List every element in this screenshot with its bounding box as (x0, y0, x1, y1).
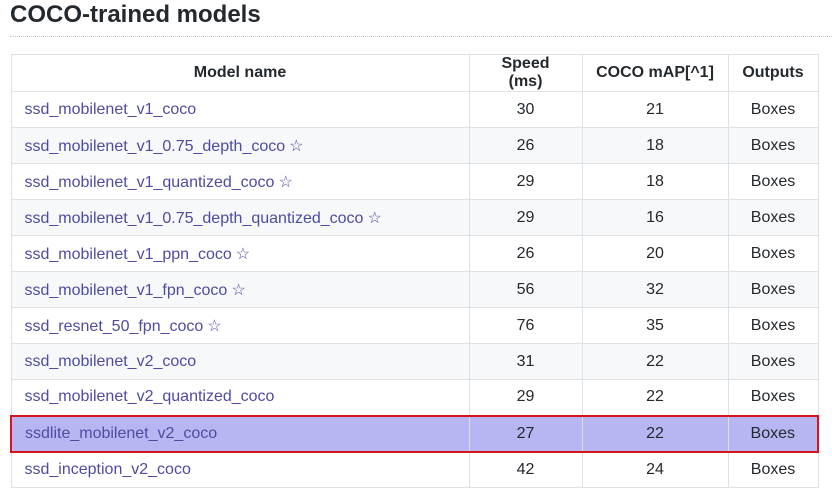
model-link[interactable]: ssd_mobilenet_v1_quantized_coco (25, 174, 275, 191)
table-row: ssd_mobilenet_v1_coco 30 21 Boxes (10, 91, 819, 128)
coco-map-cell: 22 (581, 379, 729, 416)
star-icon: ☆ (235, 245, 251, 263)
table-row: ssd_mobilenet_v2_quantized_coco 29 22 Boxes (10, 379, 819, 416)
outputs-cell: Boxes (727, 199, 819, 236)
model-link[interactable]: ssd_mobilenet_v1_ppn_coco (25, 246, 232, 263)
outputs-cell: Boxes (727, 163, 819, 200)
model-link[interactable]: ssd_mobilenet_v2_quantized_coco (25, 388, 275, 405)
speed-cell: 29 (468, 199, 583, 236)
model-link[interactable]: ssd_mobilenet_v1_coco (25, 101, 197, 118)
table-row: ssd_inception_v2_coco 42 24 Boxes (10, 451, 819, 488)
outputs-cell: Boxes (727, 343, 819, 380)
coco-map-cell: 21 (581, 91, 729, 128)
speed-cell: 31 (468, 343, 583, 380)
model-link[interactable]: ssd_mobilenet_v2_coco (25, 353, 197, 370)
model-name-cell: ssd_mobilenet_v1_0.75_depth_quantized_co… (10, 199, 470, 236)
star-icon: ☆ (231, 281, 246, 299)
model-name-cell: ssd_mobilenet_v1_ppn_coco ☆ (10, 235, 470, 272)
table-header-row: Model name Speed (ms) COCO mAP[^1] Outpu… (10, 54, 819, 92)
model-name-cell: ssdlite_mobilenet_v2_coco (10, 414, 470, 453)
model-name-cell: ssd_mobilenet_v1_coco (10, 91, 470, 128)
model-name-cell: ssd_mobilenet_v1_fpn_coco ☆ (10, 271, 470, 308)
star-icon: ☆ (278, 173, 293, 191)
star-icon: ☆ (289, 137, 304, 155)
outputs-cell: Boxes (727, 91, 819, 128)
coco-map-cell: 18 (581, 163, 729, 200)
coco-map-cell: 22 (581, 343, 729, 380)
model-link[interactable]: ssd_mobilenet_v1_fpn_coco (25, 282, 228, 299)
outputs-cell: Boxes (727, 271, 819, 308)
outputs-cell: Boxes (727, 235, 819, 272)
star-icon: ☆ (367, 209, 382, 227)
coco-map-cell: 35 (581, 307, 729, 344)
model-link[interactable]: ssdlite_mobilenet_v2_coco (25, 425, 217, 442)
model-name-cell: ssd_resnet_50_fpn_coco ☆ (10, 307, 470, 344)
table-row: ssd_mobilenet_v2_coco 31 22 Boxes (10, 343, 819, 380)
star-icon: ☆ (207, 317, 222, 335)
speed-cell: 26 (468, 127, 583, 164)
model-name-cell: ssd_mobilenet_v1_0.75_depth_coco ☆ (10, 127, 470, 164)
model-link[interactable]: ssd_resnet_50_fpn_coco (25, 318, 204, 335)
model-link[interactable]: ssd_mobilenet_v1_0.75_depth_coco (25, 138, 286, 155)
column-header-speed: Speed (ms) (468, 54, 583, 92)
coco-map-cell: 20 (581, 235, 729, 272)
outputs-cell: Boxes (727, 451, 819, 488)
speed-cell: 26 (468, 235, 583, 272)
column-header-coco-map: COCO mAP[^1] (581, 54, 729, 92)
column-header-outputs: Outputs (727, 54, 819, 92)
model-name-cell: ssd_mobilenet_v1_quantized_coco ☆ (10, 163, 470, 200)
table-row: ssd_mobilenet_v1_quantized_coco ☆ 29 18 Boxe… (10, 163, 819, 200)
speed-cell: 30 (468, 91, 583, 128)
table-row: ssd_resnet_50_fpn_coco ☆ 76 35 Boxes (10, 307, 819, 344)
speed-cell: 29 (468, 379, 583, 416)
outputs-cell: Boxes (727, 307, 819, 344)
coco-map-cell: 24 (581, 451, 729, 488)
outputs-cell: Boxes (727, 414, 819, 453)
table-row: ssdlite_mobilenet_v2_coco 27 22 Boxes (10, 414, 819, 453)
coco-map-cell: 22 (581, 414, 729, 453)
speed-cell: 56 (468, 271, 583, 308)
models-table: Model name Speed (ms) COCO mAP[^1] Outpu… (10, 54, 819, 488)
speed-cell: 27 (468, 414, 583, 453)
model-name-cell: ssd_inception_v2_coco (10, 451, 470, 488)
model-link[interactable]: ssd_inception_v2_coco (25, 461, 191, 478)
speed-cell: 29 (468, 163, 583, 200)
model-link[interactable]: ssd_mobilenet_v1_0.75_depth_quantized_co… (25, 210, 364, 227)
coco-map-cell: 18 (581, 127, 729, 164)
coco-map-cell: 32 (581, 271, 729, 308)
table-row: ssd_mobilenet_v1_0.75_depth_coco ☆ 26 18 Box… (10, 127, 819, 164)
table-row: ssd_mobilenet_v1_ppn_coco ☆ 26 20 Boxes (10, 235, 819, 272)
heading-divider (10, 36, 832, 37)
speed-cell: 76 (468, 307, 583, 344)
model-name-cell: ssd_mobilenet_v2_quantized_coco (10, 379, 470, 416)
page-title: COCO-trained models (10, 1, 261, 28)
speed-cell: 42 (468, 451, 583, 488)
model-name-cell: ssd_mobilenet_v2_coco (10, 343, 470, 380)
table-row: ssd_mobilenet_v1_fpn_coco ☆ 56 32 Boxes (10, 271, 819, 308)
outputs-cell: Boxes (727, 127, 819, 164)
column-header-model-name: Model name (10, 54, 470, 92)
coco-map-cell: 16 (581, 199, 729, 236)
table-row: ssd_mobilenet_v1_0.75_depth_quantized_co… (10, 199, 819, 236)
outputs-cell: Boxes (727, 379, 819, 416)
